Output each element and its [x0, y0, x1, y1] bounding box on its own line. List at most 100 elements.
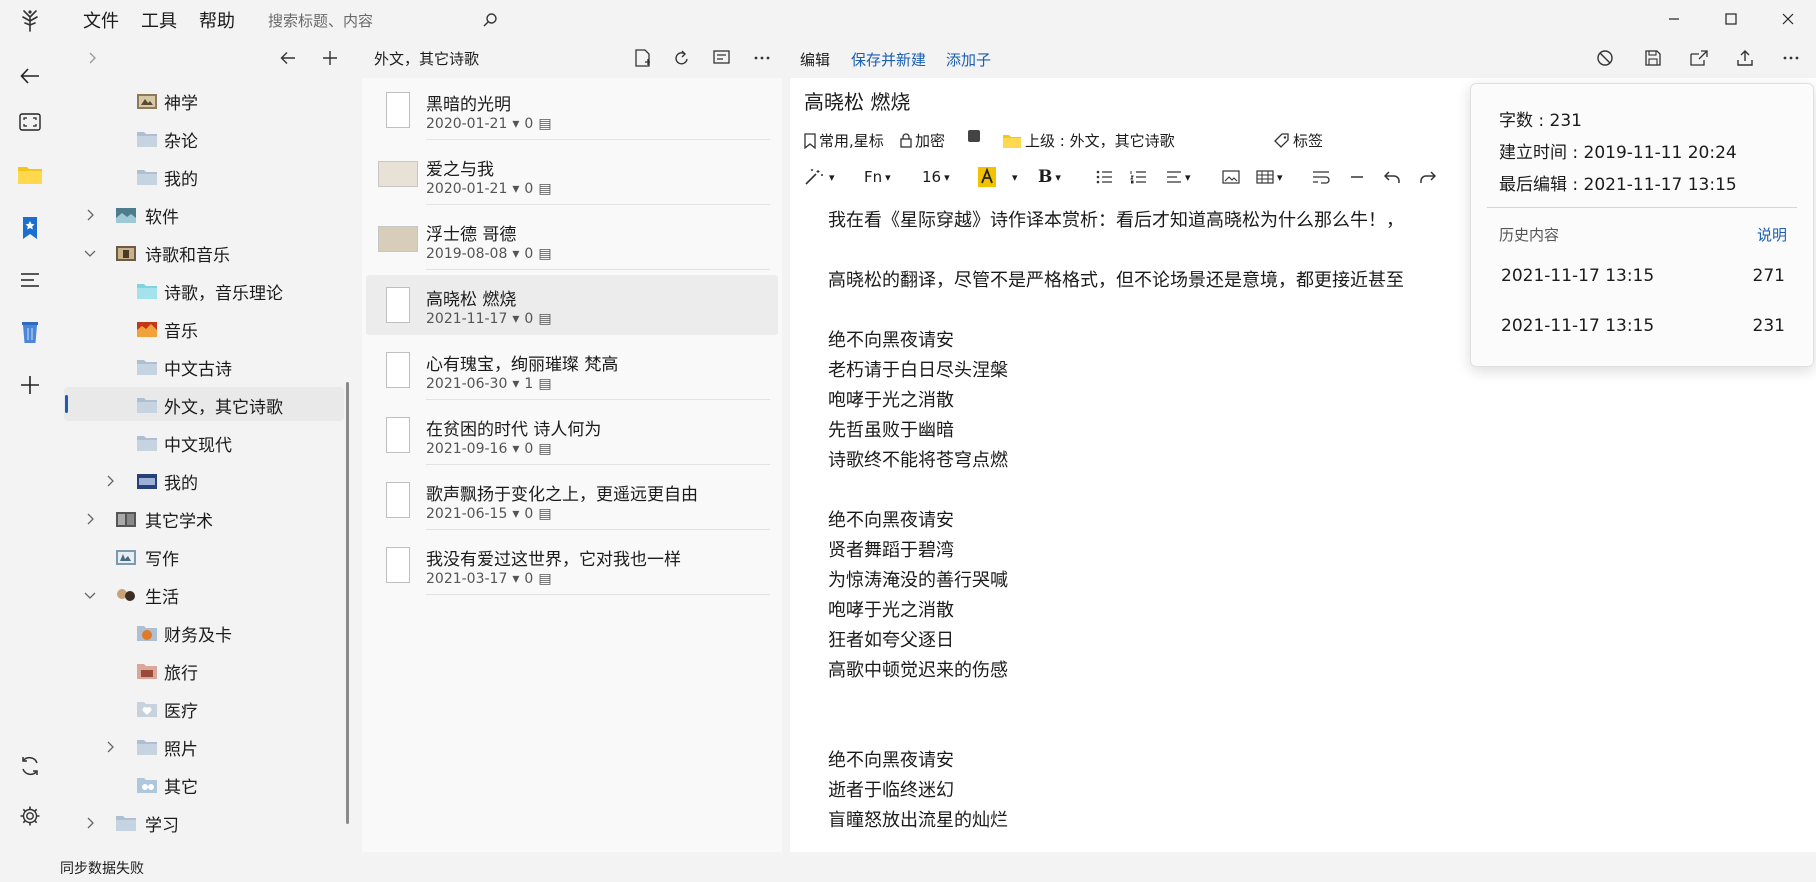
- trash-icon[interactable]: [10, 312, 50, 352]
- save-new-button[interactable]: 保存并新建: [851, 49, 926, 70]
- bold-icon[interactable]: B ▾: [1038, 164, 1061, 190]
- more-icon[interactable]: [1776, 44, 1806, 72]
- redo-icon[interactable]: [1420, 164, 1436, 190]
- chevron-down-icon: ▾: [944, 170, 950, 184]
- image-icon[interactable]: [1222, 164, 1240, 190]
- history-row[interactable]: 2021-11-17 13:15 271: [1501, 266, 1785, 286]
- folder-icon: [136, 130, 158, 148]
- settings-icon[interactable]: [10, 796, 50, 836]
- caret-down-icon[interactable]: ▾: [512, 246, 519, 262]
- new-note-icon[interactable]: [628, 44, 656, 72]
- history-row[interactable]: 2021-11-17 13:15 231: [1501, 316, 1785, 336]
- bullet-list-icon[interactable]: [1096, 164, 1112, 190]
- caret-down-icon[interactable]: ▾: [512, 181, 519, 197]
- star-property[interactable]: 常用,星标: [804, 130, 884, 151]
- folder-label: 杂论: [164, 131, 198, 152]
- share-icon[interactable]: [1730, 44, 1760, 72]
- minimize-button[interactable]: [1645, 0, 1702, 38]
- note-item[interactable]: 在贫困的时代 诗人何为 2021-09-16 ▾ 0 ▤: [366, 405, 778, 465]
- content-line: 咆哮于光之消散: [828, 600, 954, 621]
- folder-label: 我的: [164, 169, 198, 190]
- app-logo-icon: [0, 0, 60, 40]
- caret-down-icon[interactable]: ▾: [512, 571, 519, 587]
- save-icon[interactable]: [1638, 44, 1668, 72]
- note-title-field[interactable]: 高晓松 燃烧: [804, 86, 910, 115]
- encrypt-property[interactable]: 加密: [900, 130, 945, 151]
- menu-file[interactable]: 文件: [72, 7, 130, 33]
- bookmark-icon[interactable]: [10, 208, 50, 248]
- close-button[interactable]: [1759, 0, 1816, 38]
- chevron-down-icon[interactable]: [82, 248, 98, 258]
- search-box[interactable]: 搜索标题、内容: [268, 10, 498, 31]
- note-icon: ▤: [538, 376, 552, 392]
- folder-icon: [136, 396, 158, 414]
- color-swatch[interactable]: [968, 130, 980, 142]
- wrap-icon[interactable]: [1312, 164, 1330, 190]
- refresh-icon[interactable]: [668, 44, 696, 72]
- help-link[interactable]: 说明: [1757, 224, 1787, 245]
- sync-icon[interactable]: [10, 746, 50, 786]
- note-date: 2021-06-15: [426, 506, 508, 522]
- tags-property[interactable]: 标签: [1274, 130, 1323, 151]
- note-item[interactable]: 心有瑰宝，绚丽璀璨 梵高 2021-06-30 ▾ 1 ▤: [366, 340, 778, 400]
- chevron-right-icon[interactable]: [82, 513, 98, 525]
- menu-help[interactable]: 帮助: [188, 7, 246, 33]
- horizontal-rule-icon[interactable]: [1350, 164, 1364, 190]
- list-icon[interactable]: [10, 260, 50, 300]
- note-date: 2021-06-30: [426, 376, 508, 392]
- chevron-right-icon[interactable]: [82, 209, 98, 221]
- list-view-icon[interactable]: [708, 44, 736, 72]
- back-arrow-icon[interactable]: [274, 44, 302, 72]
- caret-down-icon[interactable]: ▾: [512, 441, 519, 457]
- chevron-right-icon[interactable]: [102, 475, 118, 487]
- table-icon[interactable]: ▾: [1256, 164, 1283, 190]
- magic-wand-icon[interactable]: ▾: [804, 164, 835, 190]
- note-count: 0: [524, 311, 534, 327]
- note-date: 2021-11-17: [426, 311, 508, 327]
- caret-down-icon[interactable]: ▾: [512, 311, 519, 327]
- align-icon[interactable]: ▾: [1166, 164, 1191, 190]
- search-icon[interactable]: [482, 12, 498, 28]
- font-size-select[interactable]: 16 ▾: [922, 164, 950, 190]
- folder-label: 照片: [164, 739, 198, 760]
- more-icon[interactable]: [748, 44, 776, 72]
- folder-label: 外文，其它诗歌: [164, 397, 283, 418]
- fullscreen-icon[interactable]: [10, 102, 50, 142]
- note-item[interactable]: 我没有爱过这世界，它对我也一样 2021-03-17 ▾ 0 ▤: [366, 535, 778, 595]
- add-child-button[interactable]: 添加子: [946, 49, 991, 70]
- chevron-right-icon[interactable]: [78, 44, 106, 72]
- undo-icon[interactable]: [1384, 164, 1400, 190]
- chevron-right-icon[interactable]: [102, 741, 118, 753]
- note-item-selected[interactable]: 高晓松 燃烧 2021-11-17 ▾ 0 ▤: [366, 275, 778, 335]
- folder-scrollbar[interactable]: [346, 382, 349, 824]
- numbered-list-icon[interactable]: [1130, 164, 1146, 190]
- note-icon: ▤: [538, 506, 552, 522]
- maximize-button[interactable]: [1702, 0, 1759, 38]
- note-item[interactable]: 歌声飘扬于变化之上，更遥远更自由 2021-06-15 ▾ 0 ▤: [366, 470, 778, 530]
- caret-down-icon[interactable]: ▾: [512, 376, 519, 392]
- note-item[interactable]: 浮士德 哥德 2019-08-08 ▾ 0 ▤: [366, 210, 778, 270]
- note-content[interactable]: 我在看《星际穿越》诗作译本赏析：看后才知道高晓松为什么那么牛！， 高晓松的翻译，尽…: [828, 206, 1404, 836]
- add-icon[interactable]: [10, 365, 50, 405]
- parent-property[interactable]: 上级 : 外文，其它诗歌: [1002, 130, 1175, 151]
- back-icon[interactable]: [10, 56, 50, 96]
- open-external-icon[interactable]: [1684, 44, 1714, 72]
- folder-icon[interactable]: [10, 154, 50, 194]
- highlight-icon[interactable]: [978, 164, 996, 190]
- add-folder-icon[interactable]: [316, 44, 344, 72]
- search-input[interactable]: 搜索标题、内容: [268, 10, 482, 31]
- highlight-color-dropdown[interactable]: ▾: [1012, 164, 1018, 190]
- chevron-down-icon[interactable]: [82, 590, 98, 600]
- font-family-select[interactable]: Fn ▾: [864, 164, 891, 190]
- content-line: 绝不向黑夜请安: [828, 330, 954, 351]
- note-item[interactable]: 黑暗的光明 2020-01-21 ▾ 0 ▤: [366, 80, 778, 140]
- caret-down-icon[interactable]: ▾: [512, 506, 519, 522]
- folder-label: 写作: [145, 549, 179, 570]
- divider: [426, 594, 770, 595]
- note-item[interactable]: 爱之与我 2020-01-21 ▾ 0 ▤: [366, 145, 778, 205]
- menu-tools[interactable]: 工具: [130, 7, 188, 33]
- caret-down-icon[interactable]: ▾: [512, 116, 519, 132]
- block-icon[interactable]: [1590, 44, 1620, 72]
- edit-button[interactable]: 编辑: [800, 49, 830, 70]
- chevron-right-icon[interactable]: [82, 817, 98, 829]
